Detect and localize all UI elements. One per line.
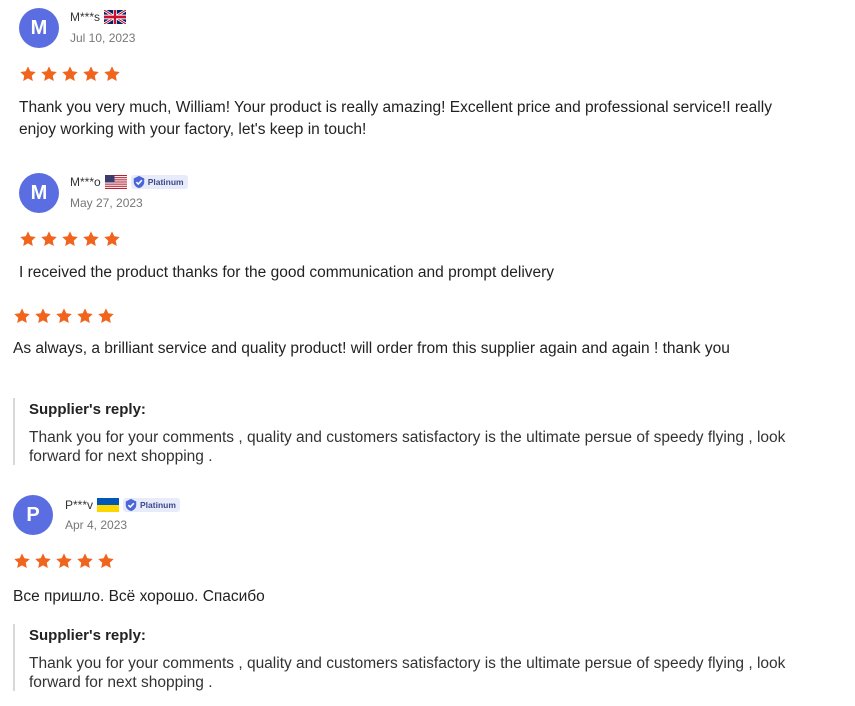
star-icon — [83, 231, 99, 247]
star-icon — [41, 231, 57, 247]
review-2: M M***o Platinum May 27, 2023 I received… — [0, 165, 855, 475]
verified-shield-icon — [133, 175, 144, 189]
reply-title: Supplier's reply: — [29, 627, 146, 644]
star-rating — [13, 552, 115, 570]
reviewer-name: M***o — [70, 175, 101, 189]
star-icon — [77, 553, 93, 569]
star-rating — [19, 230, 121, 248]
us-flag-icon — [104, 175, 127, 189]
star-icon — [35, 553, 51, 569]
star-icon — [56, 308, 72, 324]
badge-label: Platinum — [147, 177, 184, 187]
star-icon — [56, 553, 72, 569]
review-date: May 27, 2023 — [70, 196, 143, 210]
star-icon — [14, 553, 30, 569]
star-icon — [62, 231, 78, 247]
reviewer-name: P***v — [65, 498, 94, 512]
star-icon — [83, 66, 99, 82]
star-icon — [98, 553, 114, 569]
star-icon — [35, 308, 51, 324]
verified-shield-icon — [125, 498, 137, 512]
avatar: M — [19, 8, 59, 48]
review-text: Thank you very much, William! Your produ… — [19, 99, 772, 138]
avatar: M — [19, 173, 59, 213]
star-icon — [98, 308, 114, 324]
reply-text: Thank you for your comments , quality an… — [29, 655, 786, 691]
followup-review-text: As always, a brilliant service and quali… — [13, 340, 730, 357]
star-icon — [41, 66, 57, 82]
star-icon — [20, 231, 36, 247]
review-date: Jul 10, 2023 — [70, 31, 136, 45]
supplier-reply: Supplier's reply: Thank you for your com… — [13, 398, 819, 465]
ukraine-flag-icon — [97, 498, 120, 512]
star-icon — [14, 308, 30, 324]
reply-title: Supplier's reply: — [29, 401, 146, 418]
star-icon — [104, 231, 120, 247]
platinum-badge: Platinum — [130, 175, 188, 189]
star-icon — [62, 66, 78, 82]
reply-text: Thank you for your comments , quality an… — [29, 429, 786, 465]
reviewer-info: P***v Platinum — [65, 498, 180, 512]
review-3: P P***v Platinum Apr 4, 2023 Все пришло.… — [0, 490, 855, 706]
star-icon — [77, 308, 93, 324]
review-text: Все пришло. Всё хорошо. Спасибо — [13, 588, 265, 605]
badge-label: Platinum — [140, 500, 176, 510]
reviewer-name: M***s — [70, 10, 101, 24]
supplier-reply: Supplier's reply: Thank you for your com… — [13, 624, 819, 691]
review-text: I received the product thanks for the go… — [19, 264, 555, 281]
star-icon — [20, 66, 36, 82]
reviewer-info: M***o Platinum — [70, 175, 188, 189]
star-icon — [104, 66, 120, 82]
platinum-badge: Platinum — [123, 498, 180, 512]
reviewer-info: M***s — [70, 10, 127, 24]
review-date: Apr 4, 2023 — [65, 518, 128, 532]
avatar: P — [13, 495, 53, 535]
followup-star-rating — [13, 307, 115, 325]
review-1: M M***s Jul 10, 2023 Thank you very much… — [0, 0, 855, 150]
star-rating — [19, 65, 121, 83]
uk-flag-icon — [104, 10, 127, 24]
